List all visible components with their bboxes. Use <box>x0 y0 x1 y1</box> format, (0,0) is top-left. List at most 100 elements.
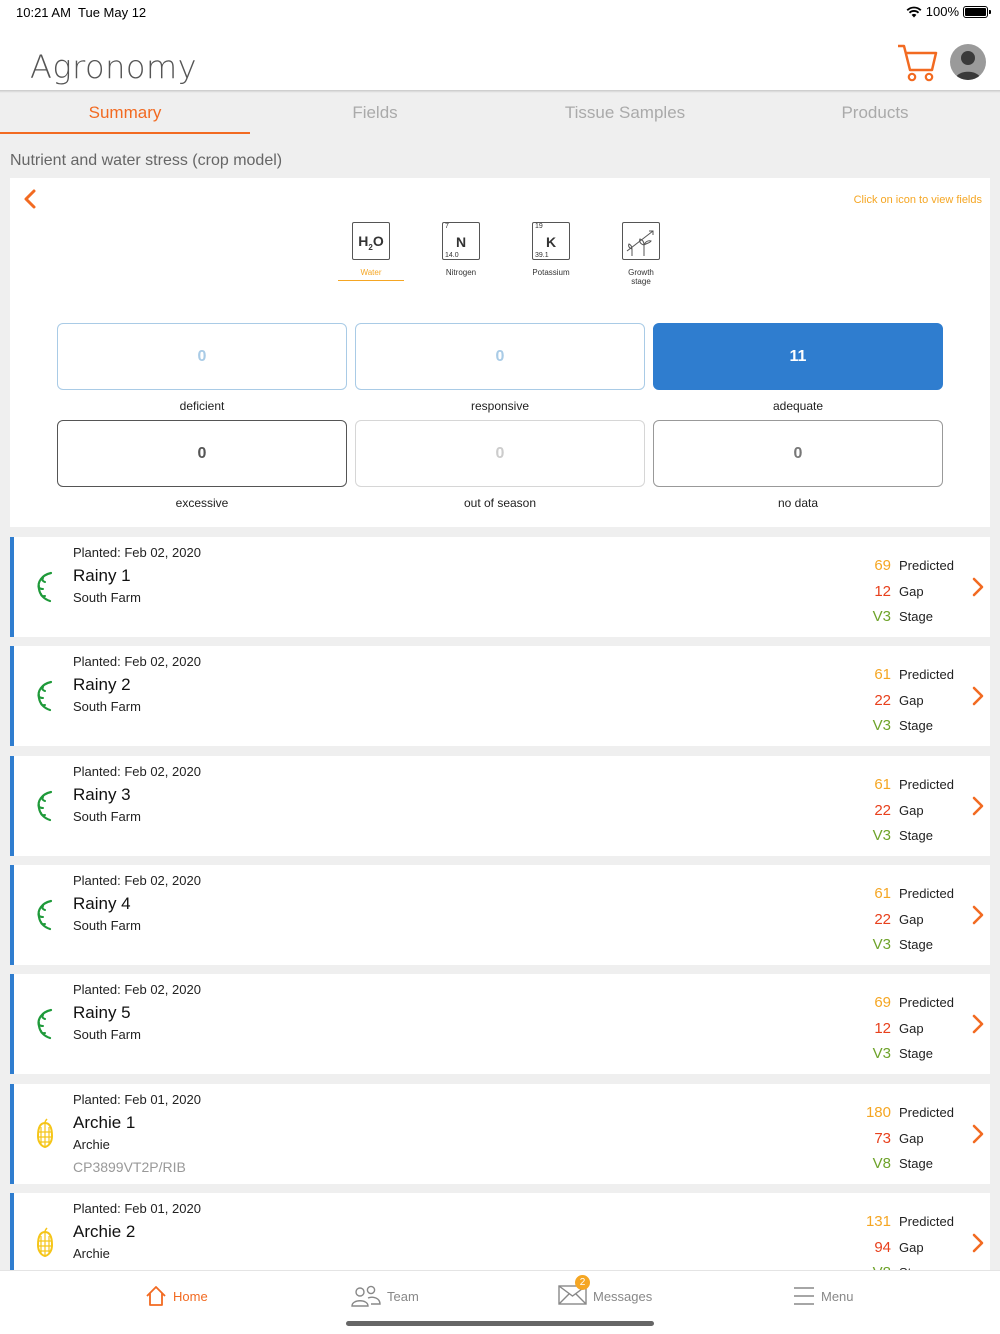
user-icon <box>955 51 981 80</box>
nutrient-water[interactable]: H2O Water <box>326 222 416 286</box>
growth-stage-icon <box>622 222 660 260</box>
planted-date: Planted: Feb 02, 2020 <box>73 545 201 560</box>
stat-responsive[interactable]: 0 responsive <box>355 323 645 413</box>
stat-label: responsive <box>470 399 530 413</box>
gap-label: Gap <box>899 1239 924 1255</box>
predicted-label: Predicted <box>899 886 954 902</box>
chevron-right-icon[interactable] <box>972 577 984 597</box>
nutrient-selector: H2O Water 7 N 14.0 Nitrogen 19 K 39.1 Po… <box>326 222 686 286</box>
chevron-right-icon[interactable] <box>972 686 984 706</box>
stress-summary-panel: Click on icon to view fields H2O Water 7… <box>10 178 990 527</box>
nav-team[interactable]: Team <box>351 1285 419 1307</box>
predicted-value: 69 <box>874 557 891 575</box>
stat-value: 0 <box>653 420 943 487</box>
farm-name: South Farm <box>73 809 141 824</box>
metric-stage: V3 Stage <box>854 604 960 630</box>
nutrient-potassium[interactable]: 19 K 39.1 Potassium <box>506 222 596 286</box>
stat-value: 0 <box>57 323 347 390</box>
stat-label: no data <box>777 496 819 510</box>
nutrient-label: Water <box>338 268 404 281</box>
chevron-right-icon[interactable] <box>972 1124 984 1144</box>
predicted-label: Predicted <box>899 1214 954 1230</box>
stat-excessive[interactable]: 0 excessive <box>57 420 347 510</box>
predicted-label: Predicted <box>899 777 954 793</box>
tab-summary[interactable]: Summary <box>0 92 250 134</box>
chevron-right-icon[interactable] <box>972 1014 984 1034</box>
chevron-right-icon[interactable] <box>972 905 984 925</box>
gap-label: Gap <box>899 911 924 927</box>
page-title: Agronomy <box>30 48 198 86</box>
predicted-value: 61 <box>874 666 891 684</box>
stage-value: V3 <box>872 827 891 845</box>
stage-value: V3 <box>872 717 891 735</box>
nutrient-growth-stage[interactable]: Growth stage <box>596 222 686 286</box>
planted-date: Planted: Feb 01, 2020 <box>73 1092 201 1107</box>
nutrient-label: Nitrogen <box>445 268 477 277</box>
nav-messages[interactable]: 2 Messages <box>558 1275 653 1308</box>
chevron-left-icon[interactable] <box>22 188 38 210</box>
stat-out-of-season[interactable]: 0 out of season <box>355 420 645 510</box>
stage-label: Stage <box>899 1046 933 1062</box>
wifi-icon <box>906 6 922 17</box>
soybean-icon <box>37 571 53 603</box>
metric-stage: V3 Stage <box>854 1041 960 1067</box>
field-metrics: 61 Predicted 22 Gap V3 Stage <box>854 662 960 739</box>
predicted-value: 180 <box>865 1104 891 1122</box>
predicted-value: 69 <box>874 994 891 1012</box>
predicted-value: 61 <box>874 885 891 903</box>
metric-gap: 22 Gap <box>854 907 960 933</box>
nutrient-nitrogen[interactable]: 7 N 14.0 Nitrogen <box>416 222 506 286</box>
avatar[interactable] <box>950 44 986 80</box>
field-card[interactable]: Planted: Feb 02, 2020 Rainy 2 South Farm… <box>10 646 990 746</box>
field-name: Rainy 5 <box>73 1003 131 1022</box>
metric-predicted: 131 Predicted <box>854 1209 960 1235</box>
field-card[interactable]: Planted: Feb 02, 2020 Rainy 3 South Farm… <box>10 756 990 856</box>
field-name: Rainy 3 <box>73 785 131 804</box>
chevron-right-icon[interactable] <box>972 1233 984 1253</box>
stage-label: Stage <box>899 718 933 734</box>
metric-gap: 12 Gap <box>854 1016 960 1042</box>
hint-text: Click on icon to view fields <box>853 194 982 206</box>
field-card[interactable]: Planted: Feb 02, 2020 Rainy 1 South Farm… <box>10 537 990 637</box>
cart-icon[interactable] <box>896 42 938 84</box>
stage-label: Stage <box>899 1156 933 1172</box>
field-card[interactable]: Planted: Feb 01, 2020 Archie 1 Archie CP… <box>10 1084 990 1184</box>
status-bar: 10:21 AM Tue May 12 100% <box>0 0 1000 26</box>
stat-deficient[interactable]: 0 deficient <box>57 323 347 413</box>
farm-name: South Farm <box>73 590 141 605</box>
stat-adequate[interactable]: 11 adequate <box>653 323 943 413</box>
tab-products[interactable]: Products <box>750 92 1000 134</box>
nav-messages-label: Messages <box>593 1289 653 1304</box>
soybean-icon <box>37 790 53 822</box>
nav-home[interactable]: Home <box>145 1285 208 1307</box>
field-name: Rainy 4 <box>73 894 131 913</box>
field-card[interactable]: Planted: Feb 02, 2020 Rainy 4 South Farm… <box>10 865 990 965</box>
gap-value: 73 <box>874 1129 891 1147</box>
predicted-value: 61 <box>874 776 891 794</box>
metric-stage: V8 Stage <box>854 1151 960 1177</box>
home-indicator <box>346 1321 654 1326</box>
nav-menu[interactable]: Menu <box>793 1285 854 1307</box>
farm-name: South Farm <box>73 699 141 714</box>
predicted-label: Predicted <box>899 1105 954 1121</box>
field-card[interactable]: Planted: Feb 02, 2020 Rainy 5 South Farm… <box>10 974 990 1074</box>
stat-label: out of season <box>463 496 537 510</box>
field-metrics: 61 Predicted 22 Gap V3 Stage <box>854 772 960 849</box>
field-metrics: 180 Predicted 73 Gap V8 Stage <box>854 1100 960 1177</box>
menu-icon <box>794 1287 814 1305</box>
stat-no-data[interactable]: 0 no data <box>653 420 943 510</box>
chevron-right-icon[interactable] <box>972 796 984 816</box>
metric-stage: V3 Stage <box>854 932 960 958</box>
water-icon: H2O <box>352 222 390 260</box>
stage-value: V8 <box>872 1155 891 1173</box>
tab-tissue-samples[interactable]: Tissue Samples <box>500 92 750 134</box>
app-header: Agronomy <box>0 26 1000 90</box>
planted-date: Planted: Feb 02, 2020 <box>73 873 201 888</box>
metric-stage: V3 Stage <box>854 823 960 849</box>
hybrid-name: CP3899VT2P/RIB <box>73 1159 186 1175</box>
metric-gap: 12 Gap <box>854 579 960 605</box>
tab-fields[interactable]: Fields <box>250 92 500 134</box>
gap-label: Gap <box>899 692 924 708</box>
stat-value: 11 <box>653 323 943 390</box>
farm-name: South Farm <box>73 1027 141 1042</box>
